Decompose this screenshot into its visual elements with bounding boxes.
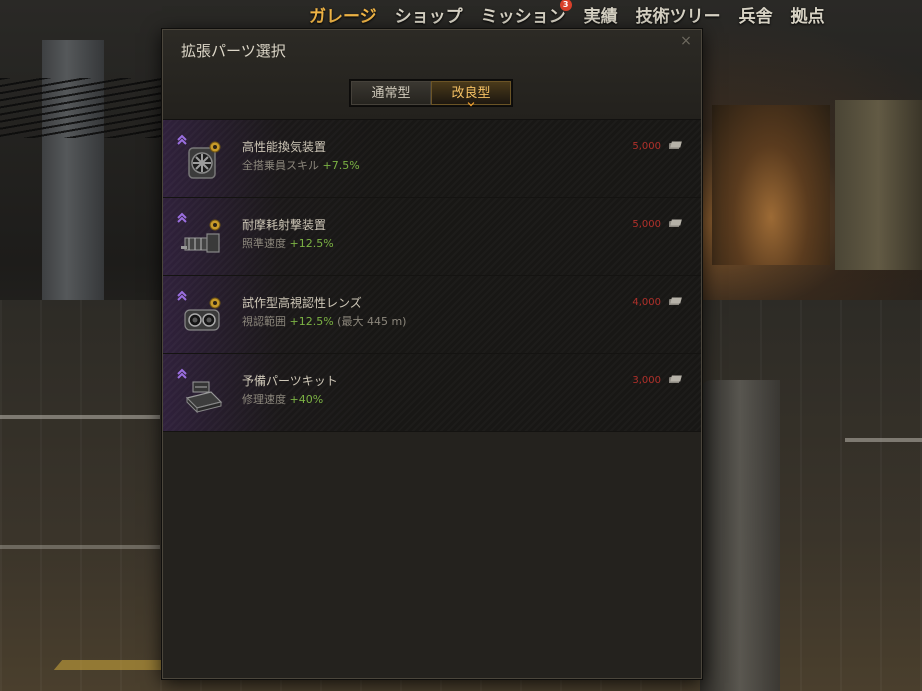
item-description: 照準速度 +12.5% xyxy=(242,235,334,251)
item-price: 5,000 xyxy=(632,141,661,152)
item-bonus: +12.5% xyxy=(289,315,334,328)
list-item[interactable]: 高性能換気装置 全搭乗員スキル +7.5% 5,000 xyxy=(163,120,701,198)
hangar-pillar xyxy=(835,100,922,270)
item-bonus: +7.5% xyxy=(322,159,360,172)
nav-item-tech-tree[interactable]: 技術ツリー xyxy=(627,0,730,27)
silver-credits-icon xyxy=(669,219,682,227)
nav-item-achievements[interactable]: 実績 xyxy=(575,0,627,27)
item-price: 3,000 xyxy=(632,375,661,386)
item-price: 5,000 xyxy=(632,219,661,230)
tab-improved[interactable]: 改良型 xyxy=(431,81,511,107)
equipment-select-dialog: 拡張パーツ選択 × 通常型 改良型 高性能換気装置 全搭乗員スキル +7.5% … xyxy=(162,29,702,679)
list-item[interactable]: 予備パーツキット 修理速度 +40% 3,000 xyxy=(163,354,701,432)
optics-icon xyxy=(184,297,221,331)
nav-item-label: 技術ツリー xyxy=(635,7,721,27)
nav-item-label: ショップ xyxy=(394,7,463,27)
item-desc-text: 視認範囲 xyxy=(242,315,290,328)
floor-marking xyxy=(0,415,160,419)
nav-item-label: 兵舎 xyxy=(738,7,773,27)
toolbox-icon xyxy=(185,381,223,414)
item-bonus: +40% xyxy=(289,393,324,406)
item-desc-text: 修理速度 xyxy=(242,393,290,406)
dialog-header: 拡張パーツ選択 × 通常型 改良型 xyxy=(163,30,701,120)
ventilation-icon xyxy=(188,141,221,179)
nav-item-garage[interactable]: ガレージ xyxy=(300,0,386,27)
item-description: 視認範囲 +12.5% (最大 445 m) xyxy=(242,313,406,329)
floor-marking xyxy=(845,438,922,442)
silver-credits-icon xyxy=(669,297,682,305)
nav-item-label: 実績 xyxy=(583,7,618,27)
notification-badge: 3 xyxy=(559,0,572,11)
gun-rammer-icon xyxy=(181,219,221,253)
nav-item-barracks[interactable]: 兵舎 xyxy=(730,0,782,27)
equipment-type-tabs: 通常型 改良型 xyxy=(349,79,513,107)
hangar-cables xyxy=(0,78,165,138)
item-desc-suffix: (最大 445 m) xyxy=(333,315,407,328)
item-name: 耐摩耗射撃装置 xyxy=(242,218,327,232)
item-name: 高性能換気装置 xyxy=(242,140,327,154)
nav-item-shop[interactable]: ショップ xyxy=(386,0,472,27)
floor-marking xyxy=(53,660,173,670)
list-item[interactable]: 耐摩耗射撃装置 照準速度 +12.5% 5,000 xyxy=(163,198,701,276)
item-name: 試作型高視認性レンズ xyxy=(242,296,362,310)
item-desc-text: 全搭乗員スキル xyxy=(242,159,323,172)
item-name: 予備パーツキット xyxy=(242,374,338,388)
equipment-list: 高性能換気装置 全搭乗員スキル +7.5% 5,000 耐摩耗射撃装置 照準速度… xyxy=(163,120,701,432)
list-item[interactable]: 試作型高視認性レンズ 視認範囲 +12.5% (最大 445 m) 4,000 xyxy=(163,276,701,354)
item-description: 全搭乗員スキル +7.5% xyxy=(242,157,360,173)
nav-item-label: ミッション xyxy=(480,7,566,27)
item-price: 4,000 xyxy=(632,297,661,308)
nav-item-label: 拠点 xyxy=(790,7,825,27)
hangar-door-light xyxy=(712,105,830,265)
nav-item-stronghold[interactable]: 拠点 xyxy=(782,0,834,27)
silver-credits-icon xyxy=(669,141,682,149)
item-desc-text: 照準速度 xyxy=(242,237,290,250)
main-navigation: ガレージ ショップ ミッション 3 実績 技術ツリー 兵舎 拠点 xyxy=(300,0,834,27)
item-bonus: +12.5% xyxy=(289,237,334,250)
close-button[interactable]: × xyxy=(679,34,693,48)
tab-label: 通常型 xyxy=(371,86,411,101)
close-icon: × xyxy=(680,33,692,49)
silver-credits-icon xyxy=(669,375,682,383)
nav-item-missions[interactable]: ミッション 3 xyxy=(472,0,575,27)
nav-item-label: ガレージ xyxy=(309,7,377,27)
item-description: 修理速度 +40% xyxy=(242,391,323,407)
floor-marking xyxy=(0,545,160,549)
tab-standard[interactable]: 通常型 xyxy=(351,81,431,105)
tank-model[interactable] xyxy=(700,380,780,691)
dialog-title: 拡張パーツ選択 xyxy=(181,42,286,60)
